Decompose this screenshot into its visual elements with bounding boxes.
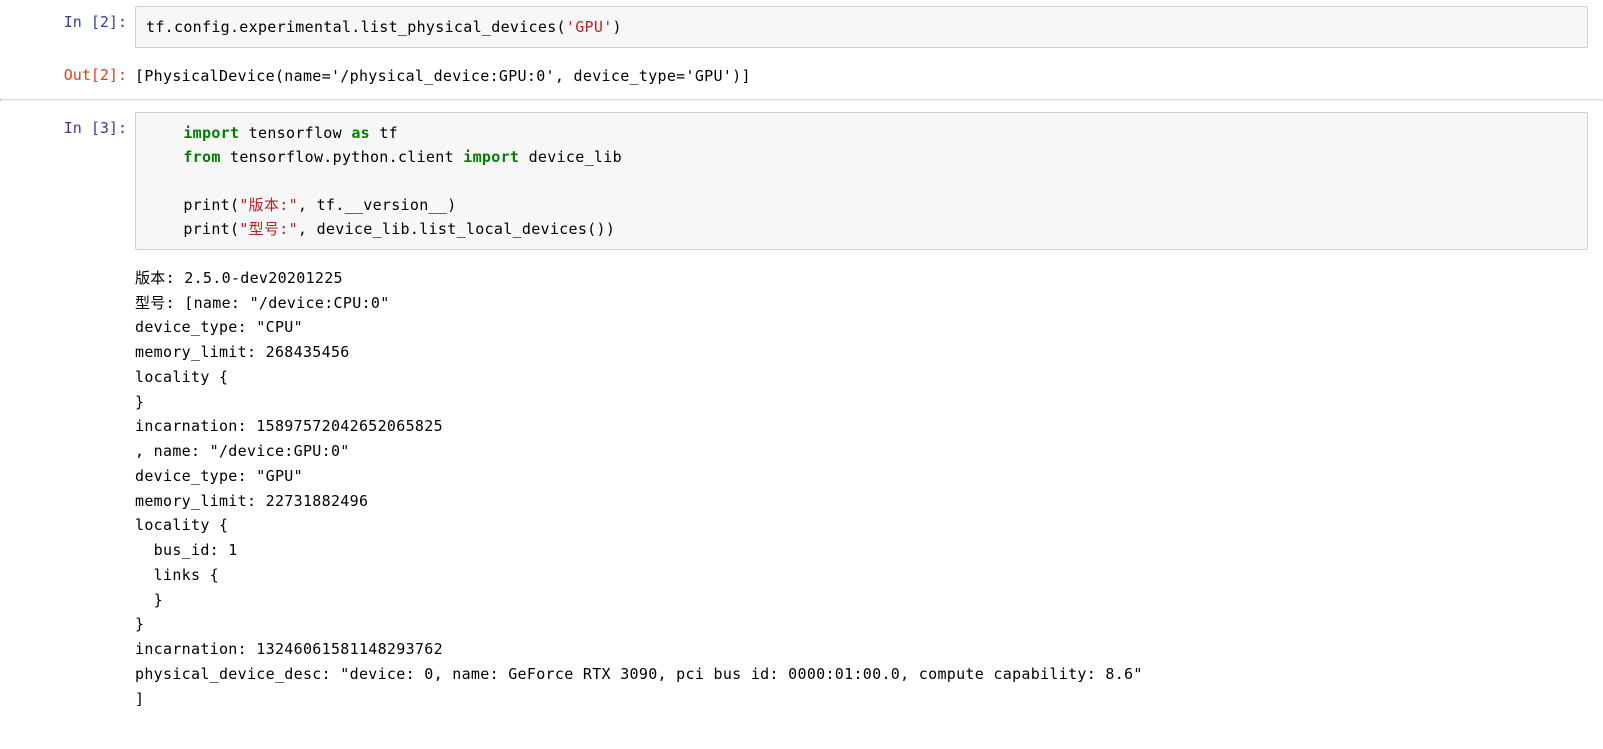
cell-input-area: tf.config.experimental.list_physical_dev…	[135, 6, 1603, 48]
prompt-in: In [2]:	[0, 6, 135, 48]
code-text: print(	[183, 196, 239, 214]
code-text: , tf.__version__)	[298, 196, 457, 214]
code-keyword: from	[183, 148, 220, 166]
notebook: In [2]: tf.config.experimental.list_phys…	[0, 0, 1603, 721]
code-input[interactable]: tf.config.experimental.list_physical_dev…	[135, 6, 1588, 48]
code-text: , device_lib.list_local_devices())	[298, 220, 615, 238]
cell-3[interactable]: In [3]: import tensorflow as tf from ten…	[0, 101, 1603, 256]
code-text: )	[613, 18, 622, 36]
cell-input-area: import tensorflow as tf from tensorflow.…	[135, 112, 1603, 250]
code-text: tensorflow	[239, 124, 351, 142]
output-text: 版本: 2.5.0-dev20201225 型号: [name: "/devic…	[135, 261, 1588, 717]
code-string: "版本:"	[239, 196, 298, 214]
indent	[146, 148, 183, 166]
cell-2-output: Out[2]: [PhysicalDevice(name='/physical_…	[0, 54, 1603, 99]
indent	[146, 124, 183, 142]
output-content: 版本: 2.5.0-dev20201225 型号: [name: "/devic…	[135, 261, 1603, 717]
code-string: 'GPU'	[566, 18, 613, 36]
cell-3-output: 版本: 2.5.0-dev20201225 型号: [name: "/devic…	[0, 256, 1603, 722]
code-text: print(	[183, 220, 239, 238]
output-content: [PhysicalDevice(name='/physical_device:G…	[135, 59, 1603, 94]
code-text: tf	[370, 124, 398, 142]
output-text: [PhysicalDevice(name='/physical_device:G…	[135, 59, 1588, 94]
code-text: tf.config.experimental.list_physical_dev…	[146, 18, 566, 36]
indent	[146, 220, 183, 238]
code-keyword: import	[183, 124, 239, 142]
cell-2[interactable]: In [2]: tf.config.experimental.list_phys…	[0, 0, 1603, 54]
code-text: tensorflow.python.client	[221, 148, 464, 166]
code-string: "型号:"	[239, 220, 298, 238]
prompt-out: Out[2]:	[0, 59, 135, 94]
code-text: device_lib	[519, 148, 622, 166]
indent	[146, 196, 183, 214]
code-input[interactable]: import tensorflow as tf from tensorflow.…	[135, 112, 1588, 250]
prompt-in: In [3]:	[0, 112, 135, 250]
prompt-empty	[0, 261, 135, 717]
code-keyword: import	[463, 148, 519, 166]
code-keyword: as	[351, 124, 370, 142]
